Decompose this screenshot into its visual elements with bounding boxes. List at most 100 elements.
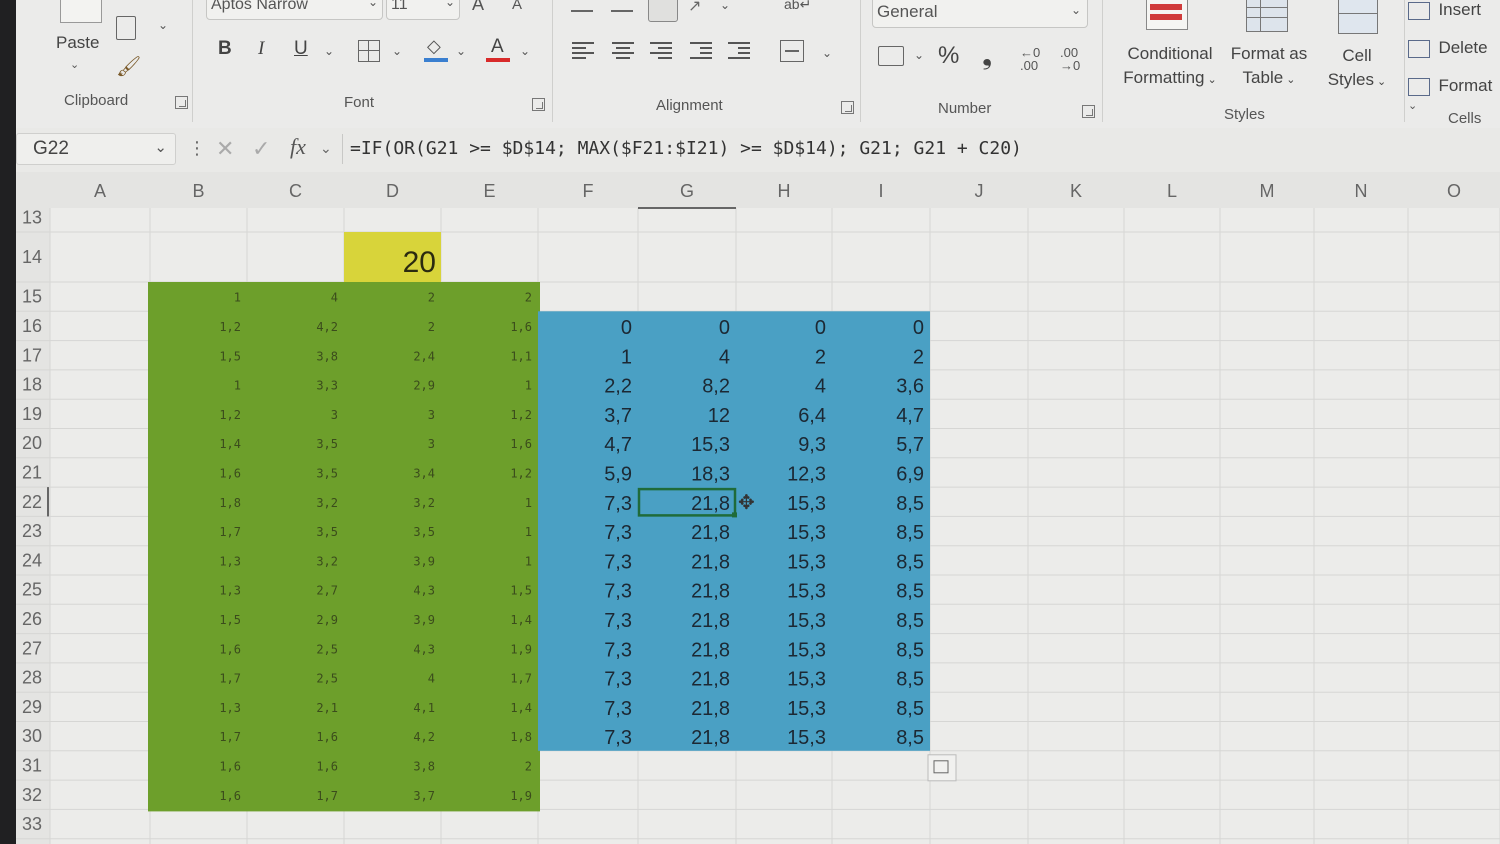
green-cell[interactable]: 3,9 (413, 554, 435, 568)
blue-cell[interactable]: 5,9 (604, 463, 632, 485)
blue-cell[interactable]: 15,3 (787, 727, 826, 749)
blue-cell[interactable]: 21,8 (691, 581, 730, 603)
blue-cell[interactable]: 3,6 (896, 376, 924, 398)
blue-cell[interactable]: 8,5 (896, 669, 924, 691)
green-cell[interactable]: 1,3 (219, 584, 241, 598)
blue-cell[interactable]: 7,3 (604, 610, 632, 632)
green-cell[interactable]: 3,8 (413, 759, 435, 773)
blue-cell[interactable]: 15,3 (787, 639, 826, 661)
column-header-n[interactable]: N (1355, 181, 1368, 201)
blue-cell[interactable]: 21,8 (691, 522, 730, 544)
blue-cell[interactable]: 15,3 (787, 669, 826, 691)
blue-cell[interactable]: 12,3 (787, 463, 826, 485)
column-header-c[interactable]: C (289, 181, 302, 201)
blue-cell[interactable]: 8,5 (896, 698, 924, 720)
green-cell[interactable]: 4,3 (413, 584, 435, 598)
blue-cell[interactable]: 7,3 (604, 522, 632, 544)
green-cell[interactable]: 1,9 (510, 789, 532, 803)
blue-cell[interactable]: 8,5 (896, 610, 924, 632)
row-header-28[interactable]: 28 (22, 668, 42, 688)
blue-cell[interactable]: 7,3 (604, 639, 632, 661)
green-cell[interactable]: 2 (428, 291, 435, 305)
column-header-o[interactable]: O (1447, 181, 1461, 201)
row-header-24[interactable]: 24 (22, 550, 42, 570)
row-header-23[interactable]: 23 (22, 521, 42, 541)
blue-cell[interactable]: 3,7 (604, 405, 632, 427)
green-cell[interactable]: 3,2 (316, 554, 338, 568)
blue-cell[interactable]: 6,4 (798, 405, 826, 427)
green-cell[interactable]: 1,5 (510, 584, 532, 598)
green-cell[interactable]: 4 (331, 291, 338, 305)
blue-cell[interactable]: 7,3 (604, 727, 632, 749)
green-cell[interactable]: 1,4 (510, 613, 532, 627)
blue-cell[interactable]: 8,5 (896, 581, 924, 603)
green-cell[interactable]: 1,7 (219, 672, 241, 686)
fill-handle[interactable] (732, 512, 737, 518)
green-cell[interactable]: 2,5 (316, 642, 338, 656)
row-header-18[interactable]: 18 (22, 375, 42, 395)
green-cell[interactable]: 1,2 (219, 320, 241, 334)
green-cell[interactable]: 1,7 (219, 525, 241, 539)
green-cell[interactable]: 4,1 (413, 701, 435, 715)
green-cell[interactable]: 4,2 (316, 320, 338, 334)
green-cell[interactable]: 2,9 (413, 379, 435, 393)
blue-cell[interactable]: 21,8 (691, 493, 730, 515)
row-header-17[interactable]: 17 (22, 345, 42, 365)
column-header-b[interactable]: B (192, 181, 204, 201)
column-header-d[interactable]: D (386, 181, 399, 201)
column-header-l[interactable]: L (1167, 181, 1177, 201)
green-cell[interactable]: 3,2 (316, 496, 338, 510)
blue-cell[interactable]: 7,3 (604, 698, 632, 720)
blue-cell[interactable]: 0 (815, 317, 826, 339)
column-header-m[interactable]: M (1260, 181, 1275, 201)
green-cell[interactable]: 1,6 (316, 759, 338, 773)
green-cell[interactable]: 3,5 (316, 437, 338, 451)
blue-cell[interactable]: 8,5 (896, 522, 924, 544)
green-cell[interactable]: 1,6 (219, 789, 241, 803)
row-header-32[interactable]: 32 (22, 785, 42, 805)
green-cell[interactable]: 1,2 (510, 408, 532, 422)
blue-cell[interactable]: 4,7 (896, 405, 924, 427)
row-header-26[interactable]: 26 (22, 609, 42, 629)
green-cell[interactable]: 1 (525, 496, 532, 510)
green-cell[interactable]: 1 (525, 525, 532, 539)
row-header-21[interactable]: 21 (22, 462, 42, 482)
column-header-f[interactable]: F (583, 181, 594, 201)
green-cell[interactable]: 3,5 (316, 525, 338, 539)
green-cell[interactable]: 1,6 (510, 437, 532, 451)
green-cell[interactable]: 1,4 (510, 701, 532, 715)
green-cell[interactable]: 3,3 (316, 379, 338, 393)
blue-cell[interactable]: 4,7 (604, 434, 632, 456)
green-cell[interactable]: 1,5 (219, 613, 241, 627)
row-header-30[interactable]: 30 (22, 726, 42, 746)
green-cell[interactable]: 1,9 (510, 642, 532, 656)
green-cell[interactable]: 1,8 (219, 496, 241, 510)
blue-cell[interactable]: 1 (621, 346, 632, 368)
green-cell[interactable]: 3,5 (413, 525, 435, 539)
green-cell[interactable]: 4,3 (413, 642, 435, 656)
green-cell[interactable]: 3,4 (413, 466, 435, 480)
worksheet-grid[interactable]: A B C D E F G H I J K L M N O1314151617181920212223242… (0, 0, 1500, 844)
green-cell[interactable]: 3 (428, 408, 435, 422)
blue-cell[interactable]: 15,3 (787, 522, 826, 544)
green-cell[interactable]: 1,2 (219, 408, 241, 422)
blue-cell[interactable]: 0 (621, 317, 632, 339)
blue-cell[interactable]: 15,3 (787, 610, 826, 632)
blue-cell[interactable]: 8,5 (896, 551, 924, 573)
row-header-25[interactable]: 25 (22, 580, 42, 600)
green-cell[interactable]: 1,7 (316, 789, 338, 803)
blue-cell[interactable]: 5,7 (896, 434, 924, 456)
blue-cell[interactable]: 8,2 (702, 376, 730, 398)
green-cell[interactable]: 4 (428, 672, 435, 686)
green-cell[interactable]: 1,6 (219, 642, 241, 656)
green-cell[interactable]: 1,3 (219, 701, 241, 715)
blue-cell[interactable]: 7,3 (604, 551, 632, 573)
green-cell[interactable]: 2,5 (316, 672, 338, 686)
green-cell[interactable]: 1,5 (219, 349, 241, 363)
blue-cell[interactable]: 8,5 (896, 727, 924, 749)
green-cell[interactable]: 2,7 (316, 584, 338, 598)
row-header-29[interactable]: 29 (22, 697, 42, 717)
row-header-13[interactable]: 13 (22, 208, 42, 228)
green-cell[interactable]: 2 (525, 759, 532, 773)
blue-cell[interactable]: 15,3 (787, 493, 826, 515)
